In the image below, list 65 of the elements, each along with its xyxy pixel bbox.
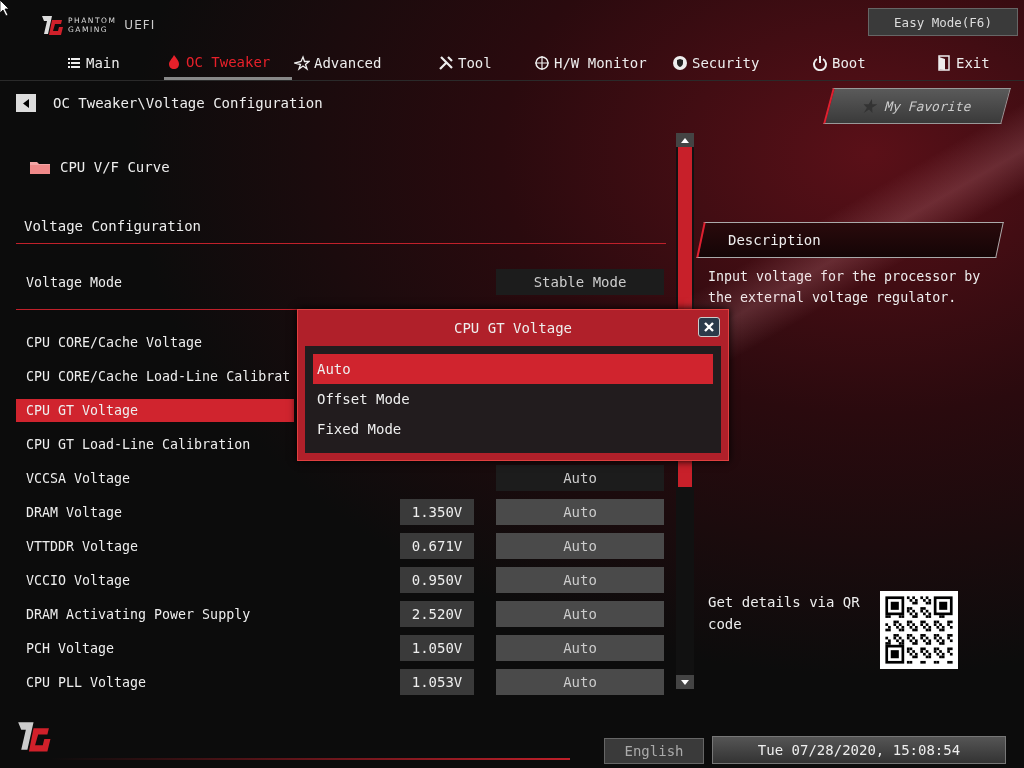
date-time-display: Tue 07/28/2020, 15:08:54 xyxy=(712,736,1006,764)
folder-icon xyxy=(30,160,50,174)
door-icon xyxy=(936,55,952,71)
my-favorite-button[interactable]: My Favorite xyxy=(823,88,1011,124)
voltage-reading: 1.050V xyxy=(400,635,474,661)
nav-tab[interactable]: OC Tweaker xyxy=(164,46,292,80)
voltage-reading: 0.671V xyxy=(400,533,474,559)
dialog-option[interactable]: Auto xyxy=(313,354,713,384)
voltage-reading: 1.350V xyxy=(400,499,474,525)
easy-mode-button[interactable]: Easy Mode(F6) xyxy=(868,8,1018,36)
setting-label[interactable]: VTTDDR Voltage xyxy=(16,534,149,558)
scroll-down-icon[interactable] xyxy=(681,679,689,685)
setting-label[interactable]: DRAM Voltage xyxy=(16,500,133,524)
setting-value-button[interactable]: Auto xyxy=(496,533,664,559)
list-icon xyxy=(66,55,82,71)
submenu-link[interactable]: CPU V/F Curve xyxy=(16,153,666,181)
setting-label: Voltage Mode xyxy=(25,273,124,292)
setting-label[interactable]: DRAM Activating Power Supply xyxy=(16,602,261,626)
dialog-title: CPU GT Voltage xyxy=(454,320,572,336)
setting-label[interactable]: CPU CORE/Cache Voltage xyxy=(16,330,213,354)
setting-label[interactable]: CPU CORE/Cache Load-Line Calibrat xyxy=(16,364,301,388)
shield-icon xyxy=(672,55,688,71)
setting-label[interactable]: CPU GT Load-Line Calibration xyxy=(16,432,261,456)
setting-value-button[interactable]: Auto xyxy=(496,601,664,627)
power-icon xyxy=(812,55,828,71)
setting-label[interactable]: PCH Voltage xyxy=(16,636,125,660)
back-button[interactable] xyxy=(16,94,36,112)
nav-tab[interactable]: Tool xyxy=(436,48,532,78)
setting-value-button[interactable]: Auto xyxy=(496,567,664,593)
nav-tab[interactable]: Advanced xyxy=(292,48,436,78)
close-button[interactable] xyxy=(698,317,720,337)
close-icon xyxy=(704,322,714,332)
star-icon xyxy=(861,99,880,113)
voltage-reading: 1.053V xyxy=(400,669,474,695)
description-header: Description xyxy=(696,222,1004,258)
tools-icon xyxy=(438,55,454,71)
description-text: Input voltage for the processor by the external voltage regulator. xyxy=(708,268,982,307)
crosshair-icon xyxy=(534,55,550,71)
setting-label[interactable]: VCCSA Voltage xyxy=(16,466,141,490)
nav-tab[interactable]: Security xyxy=(670,48,810,78)
setting-value-button[interactable]: Auto xyxy=(496,669,664,695)
qr-caption: Get details via QR code xyxy=(708,593,860,634)
setting-label[interactable]: CPU GT Voltage xyxy=(16,398,294,422)
voltage-reading: 0.950V xyxy=(400,567,474,593)
setting-value-button[interactable]: Auto xyxy=(496,465,664,491)
setting-value-button[interactable]: Stable Mode xyxy=(496,269,664,295)
dialog-option[interactable]: Fixed Mode xyxy=(313,414,713,444)
nav-tab[interactable]: Main xyxy=(64,48,164,78)
nav-tab[interactable]: Exit xyxy=(934,48,992,78)
section-heading: Voltage Configuration xyxy=(23,217,202,236)
breadcrumb-path: OC Tweaker\Voltage Configuration xyxy=(53,95,324,111)
language-button[interactable]: English xyxy=(604,738,704,764)
setting-label[interactable]: CPU PLL Voltage xyxy=(16,670,157,694)
nav-tab[interactable]: Boot xyxy=(810,48,934,78)
dialog-option[interactable]: Offset Mode xyxy=(313,384,713,414)
back-arrow-icon xyxy=(23,98,29,108)
setting-label[interactable]: VCCIO Voltage xyxy=(16,568,141,592)
flame-icon xyxy=(166,53,182,70)
setting-value-button[interactable]: Auto xyxy=(496,499,664,525)
setting-value-button[interactable]: Auto xyxy=(496,635,664,661)
nav-tab[interactable]: H/W Monitor xyxy=(532,48,670,78)
product-name: UEFI xyxy=(124,18,156,32)
star-icon xyxy=(294,55,310,71)
scroll-up-icon[interactable] xyxy=(681,137,689,143)
voltage-reading: 2.520V xyxy=(400,601,474,627)
